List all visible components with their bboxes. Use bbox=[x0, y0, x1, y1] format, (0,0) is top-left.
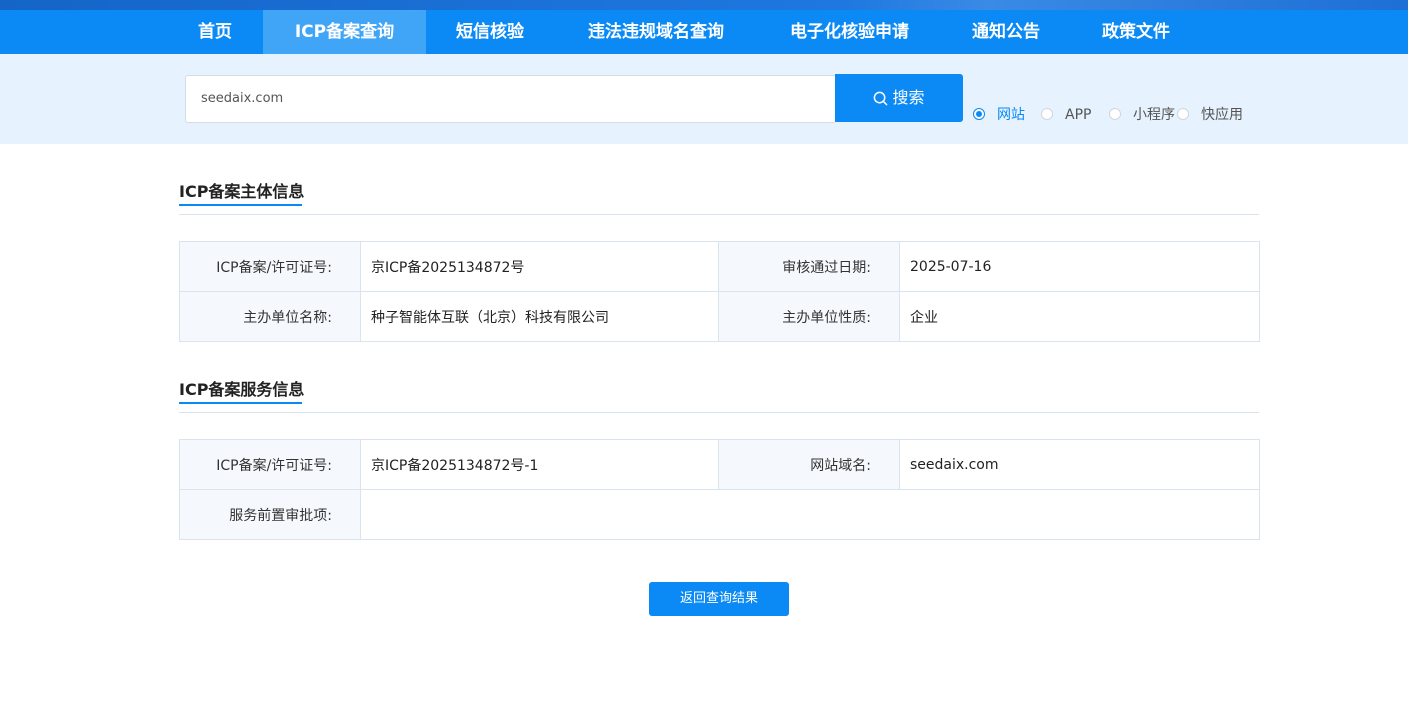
org-type-value: 企业 bbox=[899, 291, 1260, 342]
approval-date-value: 2025-07-16 bbox=[899, 241, 1260, 292]
org-name-value: 种子智能体互联（北京）科技有限公司 bbox=[360, 291, 719, 342]
radio-label: 小程序 bbox=[1133, 107, 1175, 123]
table-row: ICP备案/许可证号: 京ICP备2025134872号-1 网站域名: see… bbox=[179, 439, 1260, 490]
service-license-label: ICP备案/许可证号: bbox=[179, 439, 361, 490]
service-info-table: ICP备案/许可证号: 京ICP备2025134872号-1 网站域名: see… bbox=[179, 439, 1260, 540]
section-title-service: ICP备案服务信息 bbox=[179, 380, 305, 399]
approval-date-label: 审核通过日期: bbox=[718, 241, 900, 292]
table-row: ICP备案/许可证号: 京ICP备2025134872号 审核通过日期: 202… bbox=[179, 241, 1260, 292]
search-input[interactable]: seedaix.com bbox=[185, 75, 835, 123]
back-to-results-button[interactable]: 返回查询结果 bbox=[649, 582, 789, 616]
domain-value: seedaix.com bbox=[899, 439, 1260, 490]
nav-item-notices[interactable]: 通知公告 bbox=[955, 10, 1057, 54]
radio-label: 网站 bbox=[997, 107, 1025, 123]
preapproval-value bbox=[360, 489, 1260, 540]
table-row: 主办单位名称: 种子智能体互联（北京）科技有限公司 主办单位性质: 企业 bbox=[179, 291, 1260, 342]
license-label: ICP备案/许可证号: bbox=[179, 241, 361, 292]
top-banner-strip bbox=[0, 0, 1408, 10]
domain-label: 网站域名: bbox=[718, 439, 900, 490]
section-divider bbox=[179, 412, 1259, 413]
nav-item-home[interactable]: 首页 bbox=[175, 10, 255, 54]
radio-dot bbox=[1109, 108, 1121, 120]
nav-item-e-verify[interactable]: 电子化核验申请 bbox=[772, 10, 927, 54]
nav-item-sms-verify[interactable]: 短信核验 bbox=[436, 10, 544, 54]
section-divider bbox=[179, 214, 1259, 215]
org-name-label: 主办单位名称: bbox=[179, 291, 361, 342]
section-underline bbox=[179, 204, 302, 206]
search-button-label: 搜索 bbox=[892, 88, 925, 107]
service-license-value: 京ICP备2025134872号-1 bbox=[360, 439, 719, 490]
org-type-label: 主办单位性质: bbox=[718, 291, 900, 342]
main-nav: 首页 ICP备案查询 短信核验 违法违规域名查询 电子化核验申请 通知公告 政策… bbox=[0, 10, 1408, 54]
radio-label: 快应用 bbox=[1201, 107, 1243, 123]
subject-info-table: ICP备案/许可证号: 京ICP备2025134872号 审核通过日期: 202… bbox=[179, 241, 1260, 342]
radio-dot bbox=[973, 108, 985, 120]
license-value: 京ICP备2025134872号 bbox=[360, 241, 719, 292]
search-icon bbox=[874, 91, 888, 106]
nav-item-policies[interactable]: 政策文件 bbox=[1085, 10, 1187, 54]
nav-item-icp-query[interactable]: ICP备案查询 bbox=[263, 10, 426, 54]
preapproval-label: 服务前置审批项: bbox=[179, 489, 361, 540]
radio-dot bbox=[1177, 108, 1189, 120]
section-title-subject: ICP备案主体信息 bbox=[179, 182, 305, 201]
nav-item-illegal-domain[interactable]: 违法违规域名查询 bbox=[570, 10, 742, 54]
radio-label: APP bbox=[1065, 107, 1092, 123]
search-button[interactable]: 搜索 bbox=[835, 74, 963, 122]
radio-dot bbox=[1041, 108, 1053, 120]
section-underline bbox=[179, 402, 302, 404]
table-row: 服务前置审批项: bbox=[179, 489, 1260, 540]
